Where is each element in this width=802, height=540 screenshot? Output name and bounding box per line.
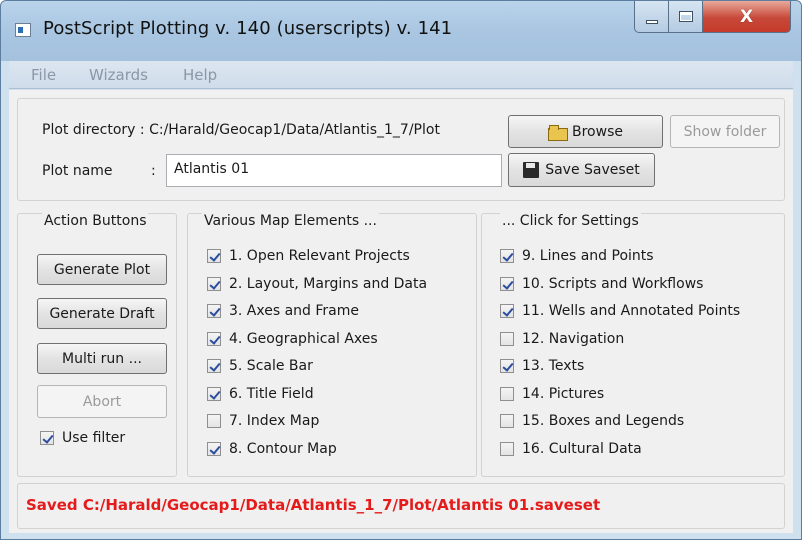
map-element-label: 2. Layout, Margins and Data [229,275,428,292]
map-element-item[interactable]: 7. Index Map [207,410,319,432]
browse-button[interactable]: Browse [508,115,663,148]
settings-checkbox[interactable] [500,414,514,428]
settings-label: 11. Wells and Annotated Points [522,303,741,319]
map-element-checkbox[interactable] [207,249,221,263]
settings-checkbox[interactable] [500,249,514,263]
settings-item[interactable]: 11. Wells and Annotated Points [500,300,740,322]
map-element-item[interactable]: 4. Geographical Axes [207,328,378,350]
app-icon [15,23,31,37]
menu-wizards[interactable]: Wizards [89,66,148,84]
map-element-item[interactable]: 5. Scale Bar [207,355,313,377]
generate-draft-button[interactable]: Generate Draft [37,298,167,329]
menu-help[interactable]: Help [183,66,217,84]
title-bar[interactable]: PostScript Plotting v. 140 (userscripts)… [1,1,801,61]
settings-label: 10. Scripts and Workflows [522,275,704,292]
settings-label: 15. Boxes and Legends [522,413,685,429]
generate-plot-button[interactable]: Generate Plot [37,254,167,285]
settings-item[interactable]: 12. Navigation [500,328,624,350]
settings-label: 12. Navigation [522,330,625,347]
map-element-label: 4. Geographical Axes [229,330,378,347]
map-element-checkbox[interactable] [207,414,221,428]
map-element-label: 6. Title Field [229,385,314,402]
settings-item[interactable]: 14. Pictures [500,383,604,405]
abort-button[interactable]: Abort [37,385,167,418]
settings-checkbox[interactable] [500,304,514,318]
settings-checkbox[interactable] [500,441,514,456]
minimize-button[interactable] [634,1,669,33]
use-filter-row[interactable]: Use filter [40,427,125,449]
folder-open-icon [548,124,568,141]
use-filter-label: Use filter [62,430,126,446]
settings-label: 13. Texts [522,358,585,374]
app-window: PostScript Plotting v. 140 (userscripts)… [0,0,802,540]
multi-run-button[interactable]: Multi run ... [37,343,167,374]
settings-item[interactable]: 10. Scripts and Workflows [500,273,703,295]
use-filter-checkbox[interactable] [40,431,54,445]
plot-name-input[interactable]: Atlantis 01 [166,154,502,187]
map-element-label: 7. Index Map [229,413,320,429]
action-buttons-title: Action Buttons [42,213,149,229]
save-saveset-button[interactable]: Save Saveset [508,153,655,187]
minimize-icon [645,19,658,24]
map-elements-group: Various Map Elements ... 1. Open Relevan… [187,213,477,477]
close-icon: X [739,6,754,27]
status-message: Saved C:/Harald/Geocap1/Data/Atlantis_1_… [26,496,601,514]
settings-item[interactable]: 15. Boxes and Legends [500,410,684,432]
map-element-checkbox[interactable] [207,331,221,346]
settings-group: ... Click for Settings 9. Lines and Poin… [481,213,785,477]
map-element-label: 3. Axes and Frame [229,303,360,319]
menu-bar: File Wizards Help [9,61,793,89]
settings-item[interactable]: 9. Lines and Points [500,245,654,267]
maximize-icon [678,11,693,22]
action-buttons-group: Action Buttons Generate Plot Generate Dr… [17,213,177,477]
save-icon [523,162,540,178]
plot-settings-group: Plot directory : C:/Harald/Geocap1/Data/… [17,98,785,201]
browse-label: Browse [572,123,623,140]
plot-name-colon: : [151,163,156,179]
map-element-label: 5. Scale Bar [229,358,313,374]
map-element-label: 8. Contour Map [229,440,337,457]
map-element-label: 1. Open Relevant Projects [229,248,410,264]
settings-checkbox[interactable] [500,359,514,373]
map-element-item[interactable]: 3. Axes and Frame [207,300,359,322]
map-element-item[interactable]: 2. Layout, Margins and Data [207,273,427,295]
settings-label: 16. Cultural Data [522,440,642,457]
settings-title: ... Click for Settings [500,213,641,229]
client-area: Plot directory : C:/Harald/Geocap1/Data/… [9,90,793,533]
map-element-item[interactable]: 1. Open Relevant Projects [207,245,410,267]
settings-checkbox[interactable] [500,276,514,291]
settings-checkbox[interactable] [500,331,514,346]
menu-file[interactable]: File [31,66,56,84]
plot-name-label: Plot name [42,163,113,179]
window-title: PostScript Plotting v. 140 (userscripts)… [43,18,453,39]
map-elements-title: Various Map Elements ... [202,213,379,229]
map-element-checkbox[interactable] [207,441,221,456]
close-button[interactable]: X [703,1,791,33]
plot-directory-label: Plot directory : C:/Harald/Geocap1/Data/… [42,122,440,138]
settings-item[interactable]: 16. Cultural Data [500,438,642,460]
save-saveset-label: Save Saveset [545,162,640,178]
map-element-item[interactable]: 8. Contour Map [207,438,337,460]
settings-label: 14. Pictures [522,385,605,402]
settings-label: 9. Lines and Points [522,248,654,264]
map-element-item[interactable]: 6. Title Field [207,383,314,405]
map-element-checkbox[interactable] [207,359,221,373]
map-element-checkbox[interactable] [207,386,221,401]
map-element-checkbox[interactable] [207,304,221,318]
show-folder-button[interactable]: Show folder [670,115,780,148]
settings-checkbox[interactable] [500,386,514,401]
map-element-checkbox[interactable] [207,276,221,291]
status-group: Saved C:/Harald/Geocap1/Data/Atlantis_1_… [17,483,785,529]
settings-item[interactable]: 13. Texts [500,355,584,377]
maximize-button[interactable] [669,1,703,33]
